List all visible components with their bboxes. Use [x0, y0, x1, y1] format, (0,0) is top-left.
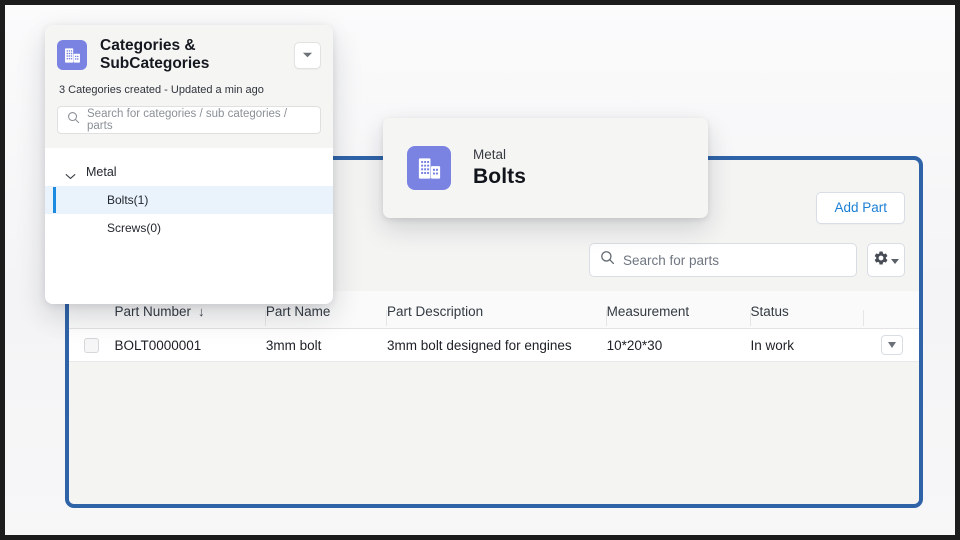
column-header-measurement[interactable]: Measurement [607, 304, 751, 328]
tree-item-screws[interactable]: Screws(0) [45, 214, 333, 242]
column-header-part-name[interactable]: Part Name [266, 304, 388, 328]
row-actions-cell [864, 335, 919, 355]
categories-collapse-button[interactable] [294, 41, 321, 69]
categories-panel: Categories & SubCategories 3 Categories … [45, 25, 333, 304]
categories-search-box[interactable]: Search for categories / sub categories /… [57, 106, 321, 134]
parts-search-placeholder: Search for parts [623, 252, 720, 268]
caret-down-icon [891, 258, 899, 264]
parts-search-row: Search for parts [589, 243, 905, 277]
tree-item-label: Screws(0) [107, 221, 162, 235]
table-row[interactable]: BOLT0000001 3mm bolt 3mm bolt designed f… [69, 329, 919, 362]
cell-status: In work [750, 337, 795, 353]
add-part-button[interactable]: Add Part [816, 192, 905, 224]
gear-icon [873, 250, 889, 271]
panel-toolbar: Add Part [816, 192, 905, 224]
chevron-down-icon[interactable] [65, 169, 76, 179]
building-icon [57, 40, 87, 70]
cell-part-description: 3mm bolt designed for engines [387, 337, 572, 353]
row-checkbox-cell [69, 337, 114, 353]
row-checkbox[interactable] [84, 337, 100, 353]
category-detail-card: Metal Bolts [383, 118, 708, 218]
search-icon [67, 111, 80, 129]
building-icon [407, 146, 451, 190]
column-header-part-number[interactable]: Part Number ↓ [114, 304, 266, 328]
categories-tree: Metal Bolts(1) Screws(0) [45, 148, 333, 304]
search-icon [600, 250, 615, 270]
categories-search-placeholder: Search for categories / sub categories /… [87, 108, 288, 132]
category-detail-text: Metal Bolts [473, 147, 526, 189]
table-settings-button[interactable] [867, 243, 905, 277]
categories-meta-text: 3 Categories created - Updated a min ago [59, 84, 264, 96]
header-actions [864, 319, 919, 328]
arrow-down-icon: ↓ [197, 304, 205, 319]
categories-panel-header: Categories & SubCategories 3 Categories … [45, 25, 333, 148]
tree-node-metal[interactable]: Metal [45, 158, 333, 186]
cell-part-number: BOLT0000001 [114, 337, 202, 353]
chevron-down-icon [302, 46, 313, 64]
header-select-all [69, 319, 114, 328]
app-screen: Add Part Search for parts Part Number ↓ … [5, 5, 955, 535]
column-header-status[interactable]: Status [751, 304, 865, 328]
tree-item-label: Bolts(1) [107, 193, 149, 207]
tree-item-bolts[interactable]: Bolts(1) [45, 186, 333, 214]
category-parent-label: Metal [473, 147, 507, 162]
cell-measurement: 10*20*30 [606, 337, 663, 353]
caret-down-icon [887, 342, 896, 348]
cell-part-name: 3mm bolt [265, 337, 322, 353]
category-title: Bolts [473, 165, 526, 188]
row-menu-button[interactable] [880, 335, 903, 355]
column-header-part-description[interactable]: Part Description [387, 304, 607, 328]
tree-node-label: Metal [86, 165, 117, 179]
categories-panel-title: Categories & SubCategories [100, 37, 210, 72]
parts-search-box[interactable]: Search for parts [589, 243, 857, 277]
